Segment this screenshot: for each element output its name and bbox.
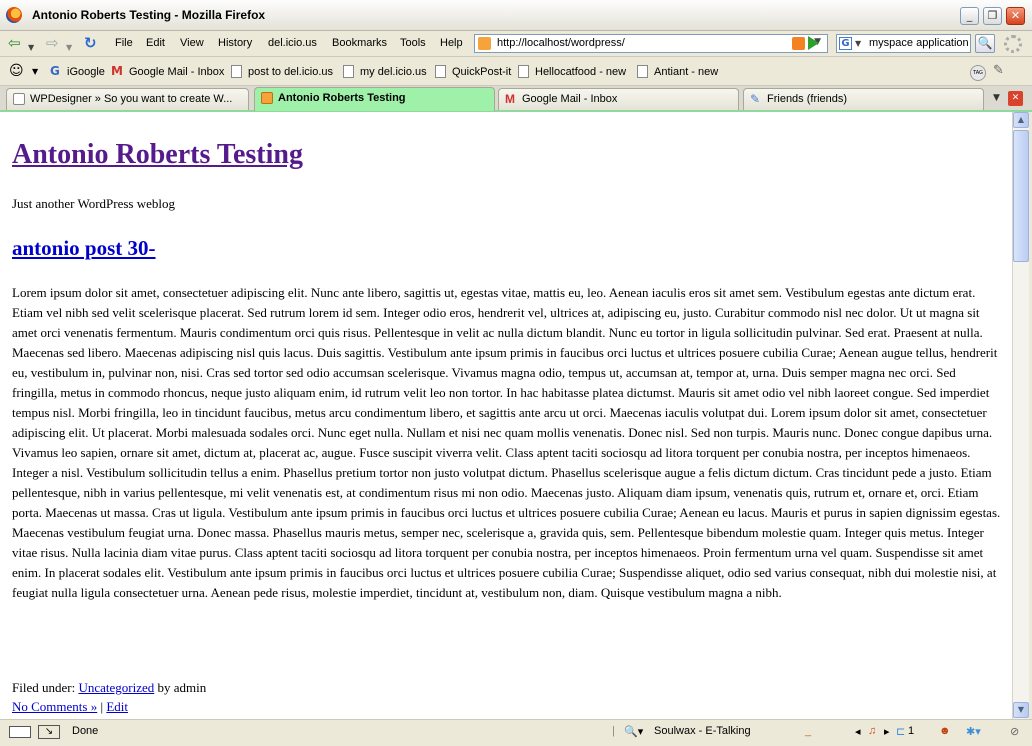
menu-tools[interactable]: Tools <box>400 37 426 49</box>
url-bar[interactable]: http://localhost/wordpress/ ▼ <box>474 34 828 53</box>
music-search-icon[interactable]: 🔍▾ <box>624 725 643 738</box>
window-title: Antonio Roberts Testing - Mozilla Firefo… <box>32 8 266 22</box>
page-content: Antonio Roberts Testing Just another Wor… <box>0 112 1012 719</box>
extension-icon[interactable]: ✎ <box>993 63 1004 78</box>
tab-label: Google Mail - Inbox <box>522 93 618 105</box>
scroll-up-button[interactable]: ▲ <box>1013 112 1029 128</box>
tab-label: Antonio Roberts Testing <box>278 92 406 104</box>
site-tagline: Just another WordPress weblog <box>12 196 176 211</box>
status-text: Done <box>72 725 99 737</box>
tab-label: Friends (friends) <box>767 93 848 105</box>
bookmark-hellocatfood[interactable]: Hellocatfood - new <box>535 66 626 78</box>
menu-delicious[interactable]: del.icio.us <box>268 37 317 49</box>
tab-strip: WPDesigner » So you want to create W... … <box>0 86 1032 112</box>
status-divider: | <box>612 725 615 737</box>
page-icon <box>13 93 25 105</box>
search-button[interactable]: 🔍 <box>975 34 995 53</box>
menu-bookmarks[interactable]: Bookmarks <box>332 37 387 49</box>
progress-indicator: _ <box>805 725 812 737</box>
forward-history-dropdown[interactable]: ▼ <box>66 40 72 56</box>
url-text[interactable]: http://localhost/wordpress/ <box>497 37 625 49</box>
block-icon[interactable]: ⊘ <box>1010 725 1019 738</box>
tag-icon[interactable]: TAG <box>970 65 986 81</box>
tab-label: WPDesigner » So you want to create W... <box>30 93 233 105</box>
page-icon <box>637 65 648 78</box>
bookmark-antiant[interactable]: Antiant - new <box>654 66 718 78</box>
bookmark-quickpost[interactable]: QuickPost-it <box>452 66 511 78</box>
media-play-icon[interactable]: ♫ <box>868 725 876 737</box>
status-bar: ↘ Done | 🔍▾ Soulwax - E-Talking _ ◂ ♫ ▸ … <box>0 719 1032 746</box>
window-titlebar: Antonio Roberts Testing - Mozilla Firefo… <box>0 0 1032 31</box>
bookmark-my-delicious[interactable]: my del.icio.us <box>360 66 427 78</box>
page-icon <box>518 65 529 78</box>
meta-separator: | <box>100 699 104 714</box>
site-title-link[interactable]: Antonio Roberts Testing <box>12 139 303 170</box>
close-window-button[interactable]: ✕ <box>1006 7 1025 25</box>
edit-link[interactable]: Edit <box>106 699 128 714</box>
post-category-line: Filed under: Uncategorized by admin <box>12 680 206 696</box>
back-history-dropdown[interactable]: ▼ <box>28 40 34 56</box>
search-engine-dropdown-icon[interactable]: ▼ <box>855 39 861 48</box>
tab-antonio-roberts-testing[interactable]: Antonio Roberts Testing <box>254 87 495 111</box>
scroll-down-button[interactable]: ▼ <box>1013 702 1029 718</box>
bookmark-google-mail[interactable]: Google Mail - Inbox <box>129 66 224 78</box>
menu-history[interactable]: History <box>218 37 252 49</box>
pencil-icon: ✎ <box>750 92 761 106</box>
close-tab-icon[interactable]: ✕ <box>1008 91 1023 106</box>
now-playing-text[interactable]: Soulwax - E-Talking <box>654 725 751 737</box>
media-next-icon[interactable]: ▸ <box>884 725 890 738</box>
minimize-button[interactable]: _ <box>960 7 979 25</box>
reload-icon[interactable]: ↻ <box>84 35 97 51</box>
console-icon[interactable] <box>9 726 31 738</box>
menu-help[interactable]: Help <box>440 37 463 49</box>
sync-icon[interactable]: ✱▾ <box>966 725 981 738</box>
firefox-logo-icon <box>6 7 22 23</box>
site-favicon-icon <box>261 92 273 104</box>
forward-button[interactable]: ⇨ <box>46 35 59 51</box>
tabs-counter-icon[interactable]: ⊏ <box>896 725 905 738</box>
back-button[interactable]: ⇦ <box>8 35 21 51</box>
filed-under-label: Filed under: <box>12 680 76 695</box>
search-box[interactable]: G ▼ myspace application <box>836 34 971 53</box>
post-meta-line: No Comments » | Edit <box>12 699 128 715</box>
post-title-link[interactable]: antonio post 30- <box>12 236 156 260</box>
bookmarks-menu-dropdown[interactable]: ▼ <box>32 67 38 76</box>
go-button[interactable] <box>808 36 819 50</box>
page-icon <box>435 65 446 78</box>
menu-view[interactable]: View <box>180 37 204 49</box>
site-favicon-icon <box>478 37 491 50</box>
google-search-engine-icon[interactable]: G <box>839 37 852 50</box>
screen-grab-icon[interactable]: ↘ <box>38 725 60 739</box>
page-icon <box>231 65 242 78</box>
gmail-icon: M <box>111 64 123 78</box>
vertical-scrollbar[interactable]: ▲ ▼ <box>1012 112 1029 719</box>
tab-friends[interactable]: ✎ Friends (friends) <box>743 88 984 110</box>
search-input[interactable]: myspace application <box>869 37 971 49</box>
menu-file[interactable]: File <box>115 37 133 49</box>
tab-wpdesigner[interactable]: WPDesigner » So you want to create W... <box>6 88 249 110</box>
post-body: Lorem ipsum dolor sit amet, consectetuer… <box>12 285 1001 600</box>
scroll-thumb[interactable] <box>1013 130 1029 262</box>
rss-feed-icon[interactable] <box>792 37 805 50</box>
bookmarks-menu-icon[interactable]: ☺ <box>9 63 24 79</box>
bookmark-igoogle[interactable]: iGoogle <box>67 66 105 78</box>
page-icon <box>343 65 354 78</box>
bookmark-post-delicious[interactable]: post to del.icio.us <box>248 66 333 78</box>
category-link[interactable]: Uncategorized <box>78 680 154 695</box>
site-title-heading: Antonio Roberts Testing <box>12 137 303 171</box>
media-previous-icon[interactable]: ◂ <box>855 725 861 738</box>
comments-link[interactable]: No Comments » <box>12 699 97 714</box>
igoogle-icon: G <box>50 64 60 78</box>
bookmarks-toolbar: ☺ ▼ G iGoogle M Google Mail - Inbox post… <box>0 57 1032 86</box>
tabs-count: 1 <box>908 725 915 737</box>
smiley-extension-icon[interactable]: ☻ <box>939 725 951 737</box>
maximize-button[interactable]: ❐ <box>983 7 1002 25</box>
menu-edit[interactable]: Edit <box>146 37 165 49</box>
activity-throbber-icon <box>1004 35 1022 53</box>
tab-list-dropdown[interactable]: ▼ <box>989 91 1004 106</box>
gmail-icon: M <box>505 92 515 106</box>
tab-google-mail[interactable]: M Google Mail - Inbox <box>498 88 739 110</box>
post-author: by admin <box>157 680 207 695</box>
post-title-heading: antonio post 30- <box>12 236 156 261</box>
